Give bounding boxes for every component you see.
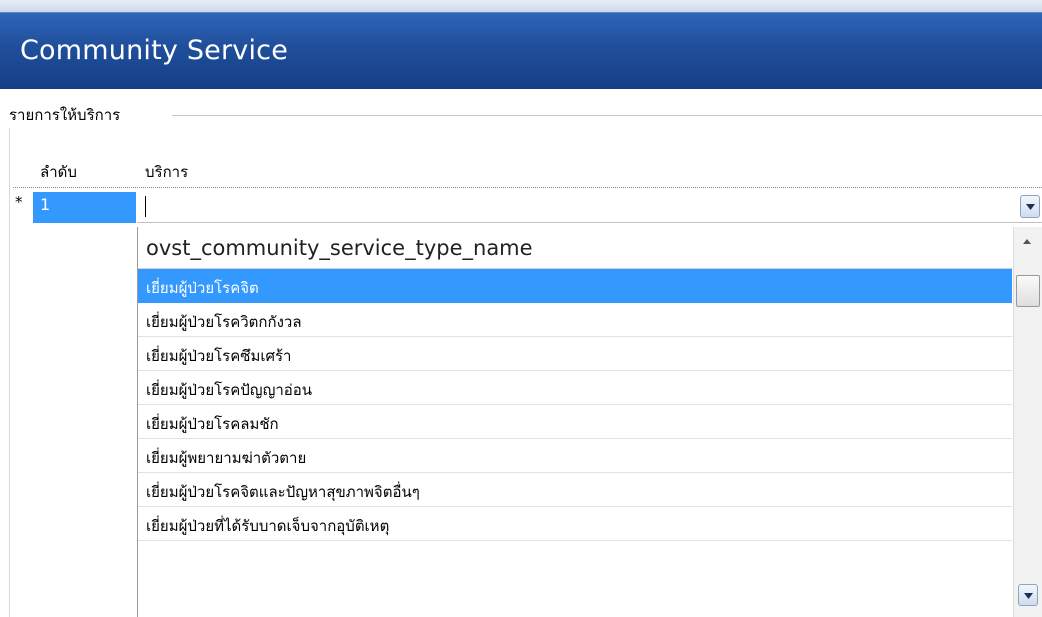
header-banner: Community Service (0, 12, 1042, 89)
dropdown-item[interactable]: เยี่ยมผู้ป่วยโรคจิต (138, 269, 1012, 303)
scroll-up-button[interactable] (1018, 233, 1038, 253)
dropdown-item[interactable]: เยี่ยมผู้ป่วยโรคลมชัก (138, 405, 1012, 439)
dropdown-column-header: ovst_community_service_type_name (138, 227, 1012, 269)
dropdown-item[interactable]: เยี่ยมผู้ป่วยโรคปัญญาอ่อน (138, 371, 1012, 405)
page-title: Community Service (20, 35, 289, 66)
chevron-down-icon (1024, 593, 1033, 599)
dropdown-rows: เยี่ยมผู้ป่วยโรคจิต เยี่ยมผู้ป่วยโรควิตก… (138, 269, 1012, 541)
dropdown-item[interactable]: เยี่ยมผู้ป่วยที่ได้รับบาดเจ็บจากอุบัติเห… (138, 507, 1012, 541)
dropdown-item[interactable]: เยี่ยมผู้ป่วยโรควิตกกังวล (138, 303, 1012, 337)
window-top-strip (0, 0, 1042, 12)
dropdown-column-header-label: ovst_community_service_type_name (146, 236, 533, 260)
dropdown-scrollbar[interactable] (1013, 227, 1042, 617)
text-caret (145, 196, 146, 217)
combo-dropdown-button[interactable] (1020, 195, 1040, 218)
dropdown-item[interactable]: เยี่ยมผู้พยายามฆ่าตัวตาย (138, 439, 1012, 473)
column-header-order[interactable]: ลำดับ (40, 160, 77, 184)
column-header-service[interactable]: บริการ (145, 160, 188, 184)
group-title: รายการให้บริการ (9, 106, 121, 124)
group-border (9, 128, 10, 617)
service-combo-input[interactable] (137, 192, 1042, 223)
new-row-marker: * (15, 193, 23, 211)
group-divider (172, 115, 1042, 116)
scroll-down-button[interactable] (1018, 584, 1038, 606)
order-cell[interactable]: 1 (33, 192, 136, 223)
header-separator (13, 187, 1042, 188)
scroll-thumb[interactable] (1016, 275, 1040, 307)
dropdown-item[interactable]: เยี่ยมผู้ป่วยโรคซึมเศร้า (138, 337, 1012, 371)
chevron-up-icon (1023, 239, 1031, 244)
service-dropdown-list[interactable]: ovst_community_service_type_name เยี่ยมผ… (137, 227, 1042, 617)
dropdown-item[interactable]: เยี่ยมผู้ป่วยโรคจิตและปัญหาสุขภาพจิตอื่น… (138, 473, 1012, 507)
chevron-down-icon (1026, 204, 1035, 210)
